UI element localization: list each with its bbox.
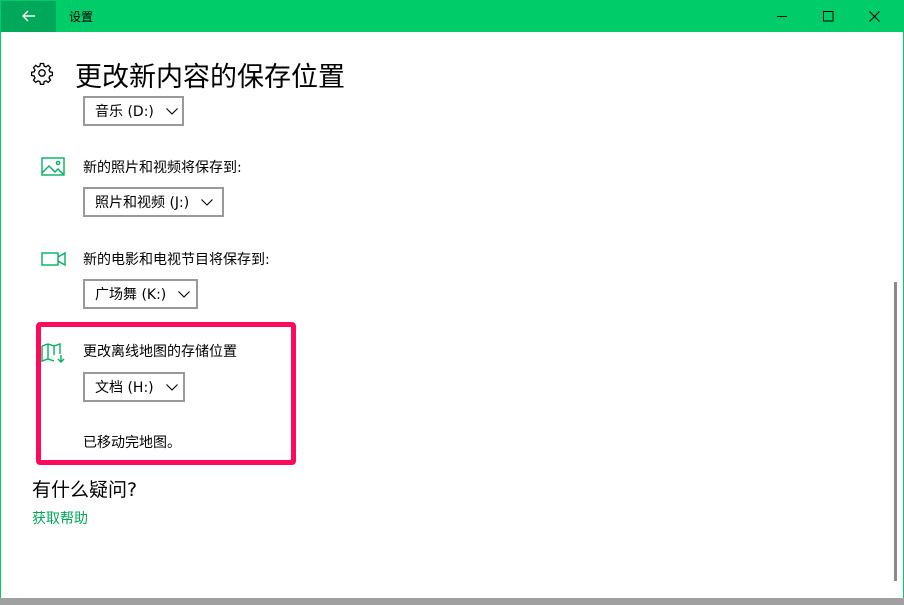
minimize-icon bbox=[776, 7, 788, 26]
chevron-down-icon bbox=[165, 107, 178, 115]
close-button[interactable] bbox=[851, 1, 897, 32]
faq-heading: 有什么疑问? bbox=[32, 479, 138, 501]
scrollbar-thumb[interactable] bbox=[894, 282, 897, 581]
movies-section-label: 新的电影和电视节目将保存到: bbox=[83, 252, 270, 268]
movies-location-dropdown[interactable]: 广场舞 (K:) bbox=[83, 279, 198, 309]
photos-location-dropdown[interactable]: 照片和视频 (J:) bbox=[83, 187, 224, 217]
music-location-dropdown[interactable]: 音乐 (D:) bbox=[83, 96, 184, 126]
music-location-value: 音乐 (D:) bbox=[95, 104, 154, 120]
page-title: 更改新内容的保存位置 bbox=[75, 62, 345, 93]
chevron-down-icon bbox=[178, 290, 191, 298]
close-icon bbox=[868, 7, 880, 26]
maximize-icon bbox=[822, 7, 834, 26]
minimize-button[interactable] bbox=[759, 1, 805, 32]
image-icon bbox=[41, 157, 67, 177]
get-help-link[interactable]: 获取帮助 bbox=[32, 508, 88, 528]
settings-window: 设置 更改新内容的保存位置 音乐 (D:) 新的照片和视频将保存到: 照片和视频… bbox=[0, 0, 904, 605]
photos-section-label: 新的照片和视频将保存到: bbox=[83, 160, 242, 176]
photos-location-value: 照片和视频 (J:) bbox=[95, 195, 190, 211]
arrow-left-icon bbox=[21, 7, 36, 26]
gear-icon bbox=[30, 61, 54, 85]
window-bottom-edge bbox=[0, 598, 904, 605]
maximize-button[interactable] bbox=[805, 1, 851, 32]
video-camera-icon bbox=[41, 250, 67, 270]
back-button[interactable] bbox=[1, 1, 56, 32]
chevron-down-icon bbox=[201, 198, 214, 206]
title-bar: 设置 bbox=[1, 1, 903, 32]
movies-location-value: 广场舞 (K:) bbox=[95, 287, 167, 303]
highlight-annotation-box bbox=[36, 322, 296, 465]
window-title: 设置 bbox=[69, 10, 94, 24]
